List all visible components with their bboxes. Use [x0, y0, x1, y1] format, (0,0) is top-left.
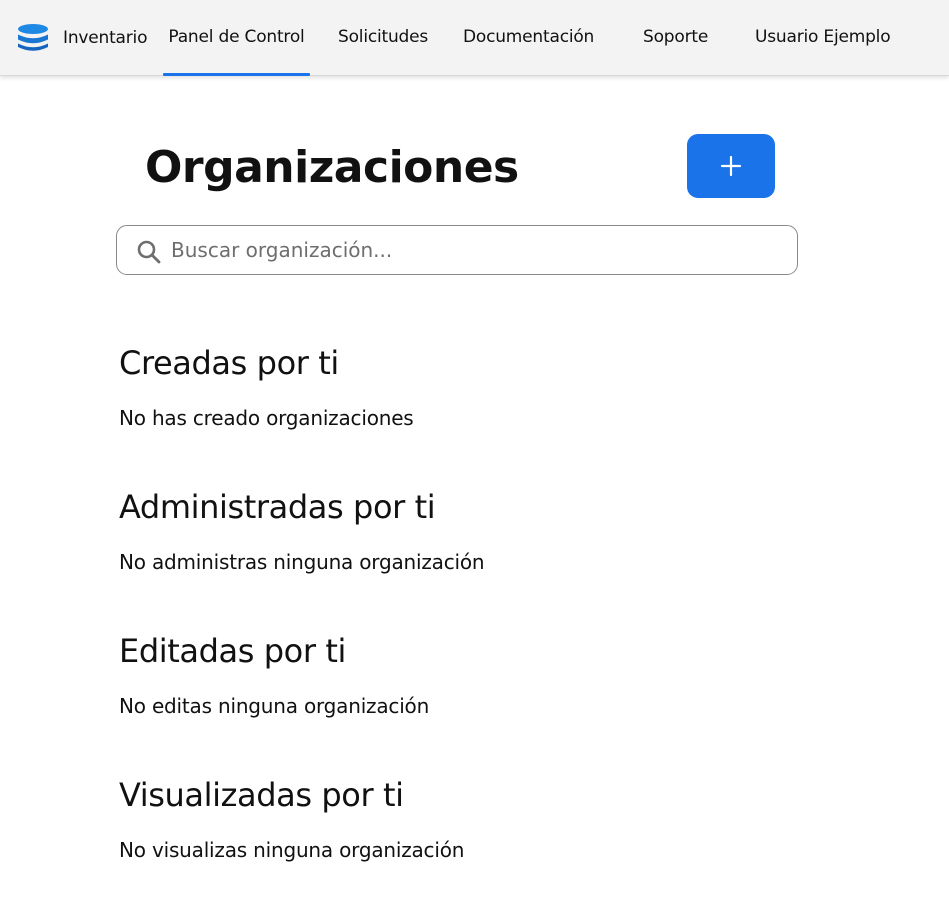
top-navbar: Inventario Panel de Control Solicitudes …	[0, 0, 949, 76]
empty-state-text: No visualizas ninguna organización	[119, 838, 465, 862]
section-heading: Visualizadas por ti	[119, 776, 404, 814]
nav-item-panel-de-control[interactable]: Panel de Control	[163, 0, 310, 76]
database-icon	[18, 24, 48, 51]
nav-item-user-menu[interactable]: Usuario Ejemplo	[755, 0, 891, 76]
section-heading: Editadas por ti	[119, 632, 347, 670]
search-box	[116, 225, 798, 275]
search-icon	[137, 240, 161, 264]
section-heading: Administradas por ti	[119, 488, 436, 526]
empty-state-text: No editas ninguna organización	[119, 694, 430, 718]
nav-item-solicitudes[interactable]: Solicitudes	[338, 0, 428, 76]
nav-item-soporte[interactable]: Soporte	[643, 0, 708, 76]
add-organization-button[interactable]	[687, 134, 775, 198]
plus-icon	[720, 155, 742, 177]
search-input[interactable]	[171, 226, 781, 274]
brand-label: Inventario	[63, 28, 148, 48]
section-heading: Creadas por ti	[119, 344, 339, 382]
empty-state-text: No has creado organizaciones	[119, 406, 414, 430]
page-title: Organizaciones	[145, 142, 519, 193]
empty-state-text: No administras ninguna organización	[119, 550, 485, 574]
nav-item-documentacion[interactable]: Documentación	[463, 0, 594, 76]
brand-link[interactable]: Inventario	[16, 22, 147, 54]
